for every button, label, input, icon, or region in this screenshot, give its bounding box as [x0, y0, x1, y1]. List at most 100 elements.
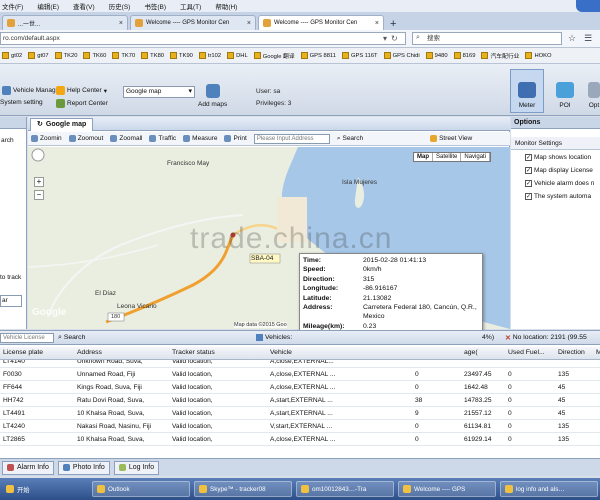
- menu-file[interactable]: 文件(F): [2, 1, 23, 11]
- table-row[interactable]: HH742 Ratu Dovi Road, Suva, Valid location…: [0, 395, 600, 407]
- bookmark-item[interactable]: TK20: [54, 52, 77, 59]
- zoom-out-icon[interactable]: −: [34, 190, 44, 200]
- bookmark-item[interactable]: TK60: [83, 52, 106, 59]
- left-search-button[interactable]: arch: [1, 137, 14, 144]
- window-controls[interactable]: [576, 0, 600, 12]
- filter-button[interactable]: ar: [0, 295, 22, 307]
- column-header[interactable]: License plate: [3, 349, 43, 356]
- pan-control[interactable]: [31, 148, 45, 162]
- taskbar-item[interactable]: log info and als…: [500, 481, 598, 497]
- taskbar-item[interactable]: Welcome ---- GPS: [398, 481, 496, 497]
- bookmark-item[interactable]: Google 翻译: [253, 51, 295, 60]
- menu-help[interactable]: 帮助(H): [215, 1, 237, 11]
- close-icon[interactable]: ×: [375, 20, 379, 27]
- traffic-button[interactable]: Traffic: [149, 135, 176, 142]
- checkbox-checked-icon[interactable]: ✓: [525, 154, 532, 161]
- track-link[interactable]: to track: [0, 274, 21, 281]
- menu-view[interactable]: 查看(V): [73, 1, 95, 11]
- menu-history[interactable]: 历史(S): [109, 1, 131, 11]
- taskbar-item[interactable]: Skype™ - tracker08: [194, 481, 292, 497]
- map-search-button[interactable]: ⌕ Search: [337, 135, 363, 143]
- zoom-in-icon[interactable]: +: [34, 177, 44, 187]
- star-icon[interactable]: ☆: [568, 33, 576, 44]
- table-row[interactable]: FF644 Kings Road, Suva, Fiji Valid locatio…: [0, 382, 600, 394]
- bookmark-item[interactable]: 8169: [453, 52, 475, 59]
- help-center-button[interactable]: Help Center ▾: [56, 86, 107, 95]
- monitor-settings-header[interactable]: Monitor Settings: [511, 137, 600, 150]
- checkbox-checked-icon[interactable]: ✓: [525, 167, 532, 174]
- address-input[interactable]: Please Input Address: [253, 133, 330, 144]
- browser-tab[interactable]: Welcome ---- GPS Monitor Cen ×: [130, 15, 256, 30]
- start-button[interactable]: 开始: [2, 481, 88, 497]
- table-row[interactable]: LT4491 10 Khalsa Road, Suva, Valid locatio…: [0, 408, 600, 420]
- menu-icon[interactable]: ☰: [584, 33, 592, 44]
- vehicle-marker[interactable]: [230, 232, 236, 238]
- system-setting-button[interactable]: System setting: [0, 99, 43, 106]
- bookmark-item[interactable]: 汽车配行业: [481, 51, 519, 60]
- bookmark-item[interactable]: gt02: [2, 52, 22, 59]
- menu-bookmarks[interactable]: 书签(B): [144, 1, 166, 11]
- checkbox-checked-icon[interactable]: ✓: [525, 193, 532, 200]
- street-view-button[interactable]: Street View: [430, 135, 472, 142]
- bookmark-item[interactable]: DHL: [227, 52, 248, 59]
- bookmark-item[interactable]: TK90: [170, 52, 193, 59]
- table-row[interactable]: LT4240 Nakasi Road, Nasinu, Fiji Valid loc…: [0, 421, 600, 433]
- map-type-satellite[interactable]: Satellite: [433, 153, 462, 161]
- bookmark-item[interactable]: GPS 116T: [341, 52, 378, 59]
- bookmark-item[interactable]: GPS 8811: [300, 52, 336, 59]
- zoomall-button[interactable]: Zoomall: [110, 135, 142, 142]
- checkbox-checked-icon[interactable]: ✓: [525, 180, 532, 187]
- column-header[interactable]: Used Fuel...: [508, 349, 545, 356]
- close-icon[interactable]: ×: [119, 20, 123, 27]
- monitor-option[interactable]: ✓ Vehicle alarm does n: [525, 180, 600, 187]
- search-input[interactable]: 搜索: [412, 32, 562, 45]
- print-button[interactable]: Print: [224, 135, 247, 142]
- bookmark-item[interactable]: GPS Chidi: [383, 52, 420, 59]
- add-maps-icon[interactable]: [206, 84, 220, 98]
- column-header[interactable]: Address: [77, 349, 102, 356]
- tab-photo-info[interactable]: Photo Info: [57, 460, 110, 475]
- add-maps-label[interactable]: Add maps: [198, 101, 227, 108]
- measure-button[interactable]: Measure: [183, 135, 217, 142]
- browser-tab-active[interactable]: Welcome ---- GPS Monitor Cen ×: [258, 15, 384, 30]
- reload-icon[interactable]: ↻: [391, 34, 398, 43]
- column-header[interactable]: Direction: [558, 349, 585, 356]
- table-row[interactable]: F0030 Unnamed Road, Fiji Valid location, A,…: [0, 369, 600, 381]
- bookmark-item[interactable]: TK70: [112, 52, 135, 59]
- table-row[interactable]: LT4140 Unknown Road, Suva, Valid location,…: [0, 360, 600, 368]
- vehicle-manage-button[interactable]: Vehicle Manag: [2, 86, 56, 95]
- monitor-option[interactable]: ✓ Map display License: [525, 167, 600, 174]
- bookmark-item[interactable]: tr102: [198, 52, 221, 59]
- tab-alarm-info[interactable]: Alarm Info: [2, 460, 54, 475]
- map-select[interactable]: Google map: [123, 86, 195, 98]
- url-field[interactable]: ro.com/default.aspx: [0, 32, 406, 45]
- tab-google-map[interactable]: ↻ Google map: [30, 118, 94, 131]
- table-row[interactable]: LT2865 10 Khalsa Road, Suva, Valid locatio…: [0, 434, 600, 446]
- bookmark-item[interactable]: gt07: [28, 52, 49, 59]
- bookmark-item[interactable]: TK80: [141, 52, 164, 59]
- report-center-button[interactable]: Report Center: [56, 99, 108, 108]
- meter-button[interactable]: Meter: [510, 69, 544, 113]
- taskbar-item[interactable]: om10012843…-Tra: [296, 481, 394, 497]
- bookmark-item[interactable]: HOKO: [525, 52, 552, 59]
- menu-edit[interactable]: 编辑(E): [37, 1, 59, 11]
- zoomout-button[interactable]: Zoomout: [68, 135, 103, 142]
- column-header[interactable]: age(: [464, 349, 478, 356]
- column-header[interactable]: Vehicle: [270, 349, 292, 356]
- poi-button[interactable]: POI: [548, 69, 582, 113]
- bookmark-item[interactable]: 9480: [425, 52, 448, 59]
- vehicle-search-button[interactable]: ⌕ Search: [58, 334, 85, 342]
- taskbar-item[interactable]: Outlook: [92, 481, 190, 497]
- menu-tools[interactable]: 工具(T): [180, 1, 201, 11]
- options-button[interactable]: Opt: [584, 69, 600, 113]
- zoomin-button[interactable]: Zoomin: [31, 135, 62, 142]
- dropdown-icon[interactable]: ▾: [383, 34, 387, 43]
- map-type-navigation[interactable]: Navigati: [461, 153, 491, 161]
- map-type-map[interactable]: Map: [414, 153, 433, 161]
- column-header[interactable]: Tracker status: [172, 349, 215, 356]
- vehicle-license-input[interactable]: Vehicle License: [0, 333, 54, 343]
- column-header[interactable]: M: [596, 349, 600, 356]
- new-tab-button[interactable]: +: [386, 18, 400, 30]
- monitor-option[interactable]: ✓ The system automa: [525, 193, 600, 200]
- monitor-option[interactable]: ✓ Map shows location: [525, 154, 600, 161]
